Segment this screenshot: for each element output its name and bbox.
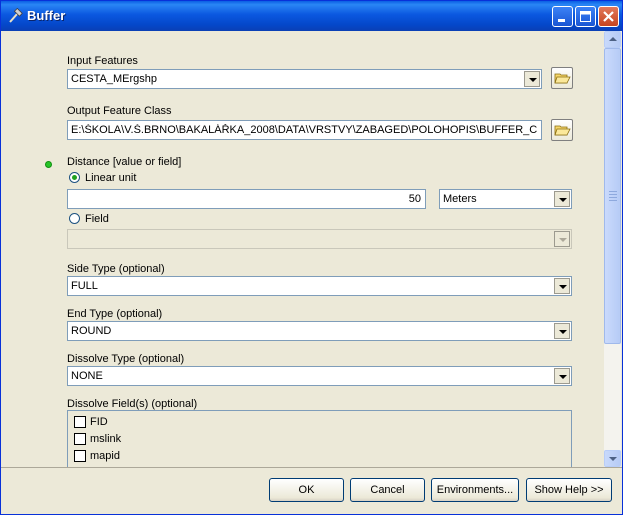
maximize-icon <box>580 11 591 22</box>
chevron-down-icon[interactable] <box>554 191 570 207</box>
linear-unit-radio[interactable] <box>69 172 80 183</box>
open-folder-icon <box>554 73 571 84</box>
maximize-button[interactable] <box>575 6 596 27</box>
chevron-down-icon[interactable] <box>554 368 570 384</box>
scroll-up-button[interactable] <box>604 31 621 48</box>
thumb-grip <box>609 191 617 192</box>
cancel-button[interactable]: Cancel <box>350 478 425 502</box>
environments-button[interactable]: Environments... <box>431 478 519 502</box>
dissolve-type-label: Dissolve Type (optional) <box>67 353 185 365</box>
chevron-down-icon[interactable] <box>554 231 570 247</box>
title-bar[interactable]: Buffer <box>1 1 622 31</box>
output-feature-class-value: E:\ŠKOLA\V.Š.BRNO\BAKALÁŘKA_2008\DATA\VR… <box>71 124 538 136</box>
thumb-grip <box>609 197 617 198</box>
chevron-down-icon[interactable] <box>524 71 540 87</box>
scroll-down-button[interactable] <box>604 450 621 467</box>
vertical-scrollbar[interactable] <box>604 31 621 467</box>
field-label: Field <box>85 213 109 225</box>
side-type-combo[interactable]: FULL <box>67 276 572 296</box>
input-features-label: Input Features <box>67 55 138 67</box>
thumb-grip <box>609 200 617 201</box>
dissolve-type-combo[interactable]: NONE <box>67 366 572 386</box>
distance-unit-value: Meters <box>443 193 477 205</box>
distance-unit-combo[interactable]: Meters <box>439 189 572 209</box>
linear-unit-label: Linear unit <box>85 172 137 184</box>
output-feature-class-label: Output Feature Class <box>67 105 172 117</box>
dissolve-field-checkbox[interactable] <box>74 450 86 462</box>
dissolve-field-checkbox[interactable] <box>74 433 86 445</box>
minimize-icon <box>558 19 565 22</box>
side-type-label: Side Type (optional) <box>67 263 165 275</box>
valid-parameter-icon <box>45 161 52 168</box>
close-icon <box>603 11 614 22</box>
dissolve-field-label: mapid <box>90 450 120 462</box>
dissolve-type-value: NONE <box>71 370 103 382</box>
dissolve-field-label: mslink <box>90 433 122 445</box>
thumb-grip <box>609 194 617 195</box>
output-feature-class-input[interactable]: E:\ŠKOLA\V.Š.BRNO\BAKALÁŘKA_2008\DATA\VR… <box>67 120 542 140</box>
side-type-value: FULL <box>71 280 98 292</box>
dissolve-fields-label: Dissolve Field(s) (optional) <box>67 398 198 410</box>
dissolve-field-label: FID <box>90 416 108 428</box>
show-help-button[interactable]: Show Help >> <box>526 478 612 502</box>
hammer-tool-icon <box>9 8 23 23</box>
input-features-value: CESTA_MErgshp <box>71 73 157 85</box>
browse-input-button[interactable] <box>551 67 573 89</box>
window-title: Buffer <box>27 8 66 23</box>
scroll-thumb[interactable] <box>604 48 621 344</box>
distance-value-input[interactable]: 50 <box>67 189 426 209</box>
chevron-down-icon[interactable] <box>554 323 570 339</box>
field-radio[interactable] <box>69 213 80 224</box>
minimize-button[interactable] <box>552 6 573 27</box>
distance-value: 50 <box>408 193 421 205</box>
end-type-label: End Type (optional) <box>67 308 163 320</box>
input-features-combo[interactable]: CESTA_MErgshp <box>67 69 542 89</box>
dissolve-field-checkbox[interactable] <box>74 416 86 428</box>
browse-output-button[interactable] <box>551 119 573 141</box>
end-type-value: ROUND <box>71 325 112 337</box>
end-type-combo[interactable]: ROUND <box>67 321 572 341</box>
parameters-panel: Input Features CESTA_MErgshp Output Feat… <box>5 31 604 480</box>
distance-label: Distance [value or field] <box>67 156 182 168</box>
chevron-down-icon[interactable] <box>554 278 570 294</box>
distance-field-combo[interactable] <box>67 229 572 249</box>
close-button[interactable] <box>598 6 619 27</box>
buffer-dialog: Buffer Input Features CESTA_MErgshp Outp… <box>0 0 623 515</box>
open-folder-icon <box>554 125 571 136</box>
ok-button[interactable]: OK <box>269 478 344 502</box>
